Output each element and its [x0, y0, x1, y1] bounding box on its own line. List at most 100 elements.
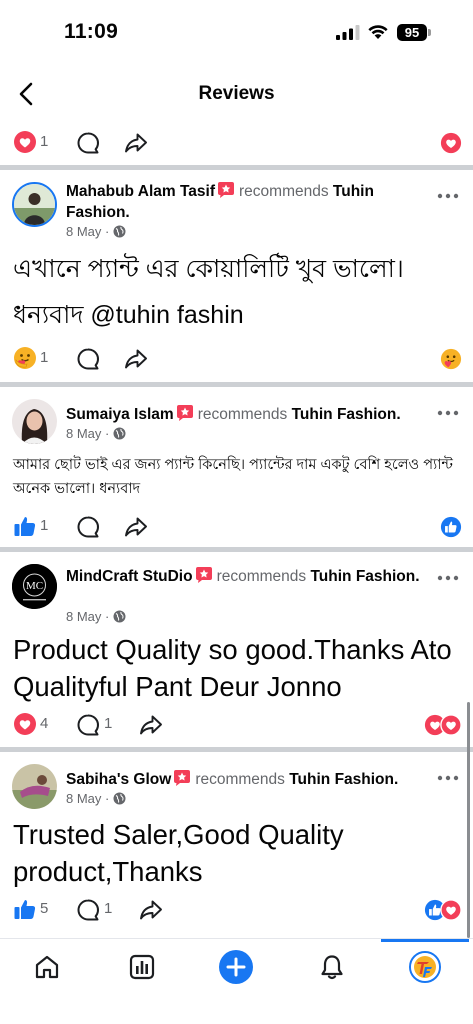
plus-icon [226, 957, 246, 977]
post-meta: 8 May · [66, 791, 126, 806]
post-date: 8 May · [66, 426, 110, 441]
more-options-icon[interactable] [437, 774, 459, 782]
active-tab-indicator [381, 939, 469, 942]
insights-icon[interactable] [128, 953, 156, 981]
recommends-text: recommends [195, 771, 285, 788]
battery-tip [428, 29, 431, 36]
reaction-count: 1 [40, 133, 49, 150]
comment-count: 1 [104, 715, 113, 732]
reaction-row: 1 [0, 343, 473, 373]
avatar-photo [12, 764, 57, 809]
post-header: Mahabub Alam Tasif recommends Tuhin Fashi… [66, 181, 429, 223]
review-text: Product Quality so good.Thanks Ato Quali… [13, 634, 452, 702]
author-name[interactable]: Sumaiya Islam [66, 406, 174, 423]
reaction-count: 1 [40, 517, 49, 534]
reaction-row: 4 1 [0, 709, 473, 739]
globe-icon [113, 792, 126, 805]
globe-icon [113, 225, 126, 238]
scrollbar[interactable] [467, 702, 470, 938]
share-icon[interactable] [124, 515, 148, 539]
reaction-count: 1 [40, 349, 49, 366]
avatar[interactable] [12, 182, 57, 227]
avatar[interactable]: MC [12, 564, 57, 609]
create-button[interactable] [219, 950, 253, 984]
comment-icon[interactable] [76, 898, 100, 922]
avatar-logo: MC [12, 564, 57, 609]
share-icon[interactable] [139, 713, 163, 737]
post-date: 8 May · [66, 224, 110, 239]
review-post: Sumaiya Islam recommends Tuhin Fashion. 8… [0, 387, 473, 547]
cellular-signal-icon [336, 25, 360, 40]
home-icon[interactable] [33, 953, 61, 981]
globe-icon [113, 427, 126, 440]
review-post: MC MindCraft StuDio recommends Tuhin Fash… [0, 552, 473, 747]
share-icon[interactable] [124, 347, 148, 371]
comment-icon[interactable] [76, 131, 100, 155]
comment-icon[interactable] [76, 713, 100, 737]
like-reaction-icon[interactable] [13, 897, 37, 921]
avatar-photo [12, 399, 57, 444]
recommendation-badge-icon [174, 770, 191, 786]
page-name[interactable]: Tuhin Fashion. [310, 568, 419, 585]
love-reaction-icon [440, 714, 462, 736]
avatar[interactable] [12, 764, 57, 809]
avatar[interactable] [12, 399, 57, 444]
author-name[interactable]: Mahabub Alam Tasif [66, 183, 215, 200]
avatar-initials: MC [26, 580, 43, 592]
more-options-icon[interactable] [437, 192, 459, 200]
author-name[interactable]: MindCraft StuDio [66, 568, 193, 585]
page-name[interactable]: Tuhin Fashion. [292, 406, 401, 423]
page-name[interactable]: Tuhin Fashion. [289, 771, 398, 788]
share-icon[interactable] [139, 898, 163, 922]
comment-icon[interactable] [76, 515, 100, 539]
post-date: 8 May · [66, 791, 110, 806]
recommendation-badge-icon [195, 567, 212, 583]
recommendation-badge-icon [218, 182, 234, 198]
recommends-text: recommends [239, 183, 329, 200]
post-meta: 8 May · [66, 224, 126, 239]
share-icon[interactable] [124, 131, 148, 155]
post-date: 8 May · [66, 609, 110, 624]
bottom-nav [0, 938, 473, 1024]
nav-header: Reviews [0, 66, 473, 122]
post-meta: 8 May · [66, 609, 126, 624]
globe-icon [113, 610, 126, 623]
post-header: Sumaiya Islam recommends Tuhin Fashion. [66, 404, 429, 425]
review-text: এখানে প্যান্ট এর কোয়ালিটি খুব ভালো। ধন্… [13, 255, 404, 329]
like-reaction-icon[interactable] [13, 514, 37, 538]
reaction-count: 5 [40, 900, 49, 917]
review-post: Sabiha's Glow recommends Tuhin Fashion. 8… [0, 752, 473, 938]
review-post: Mahabub Alam Tasif recommends Tuhin Fashi… [0, 170, 473, 382]
battery-indicator: 95 [397, 24, 427, 41]
post-header: MindCraft StuDio recommends Tuhin Fashion… [66, 566, 429, 587]
reaction-row: 1 [0, 511, 473, 541]
love-reaction-icon [440, 132, 462, 154]
bell-icon[interactable] [318, 953, 346, 981]
recommendation-badge-icon [176, 405, 193, 421]
love-reaction-icon[interactable] [13, 712, 37, 736]
post-meta: 8 May · [66, 426, 126, 441]
recommends-text: recommends [197, 406, 288, 423]
status-time: 11:09 [64, 20, 119, 43]
status-bar: 11:09 95 [0, 0, 473, 64]
more-options-icon[interactable] [437, 409, 459, 417]
wifi-icon [368, 25, 388, 39]
profile-avatar[interactable] [409, 951, 441, 983]
love-reaction-icon [440, 899, 462, 921]
author-name[interactable]: Sabiha's Glow [66, 771, 171, 788]
post-header: Sabiha's Glow recommends Tuhin Fashion. [66, 769, 429, 790]
reaction-count: 4 [40, 715, 49, 732]
avatar-photo [14, 184, 55, 225]
care-reaction-icon [440, 348, 462, 370]
page-title: Reviews [198, 83, 275, 104]
love-reaction-icon[interactable] [13, 130, 37, 154]
review-text: Trusted Saler,Good Quality product,Thank… [13, 819, 344, 887]
like-reaction-icon [440, 516, 462, 538]
comment-icon[interactable] [76, 347, 100, 371]
profile-logo [411, 953, 439, 981]
more-options-icon[interactable] [437, 574, 459, 582]
comment-count: 1 [104, 900, 113, 917]
recommends-text: recommends [216, 568, 307, 585]
reaction-row: 5 1 [0, 894, 473, 924]
care-reaction-icon[interactable] [13, 346, 37, 370]
